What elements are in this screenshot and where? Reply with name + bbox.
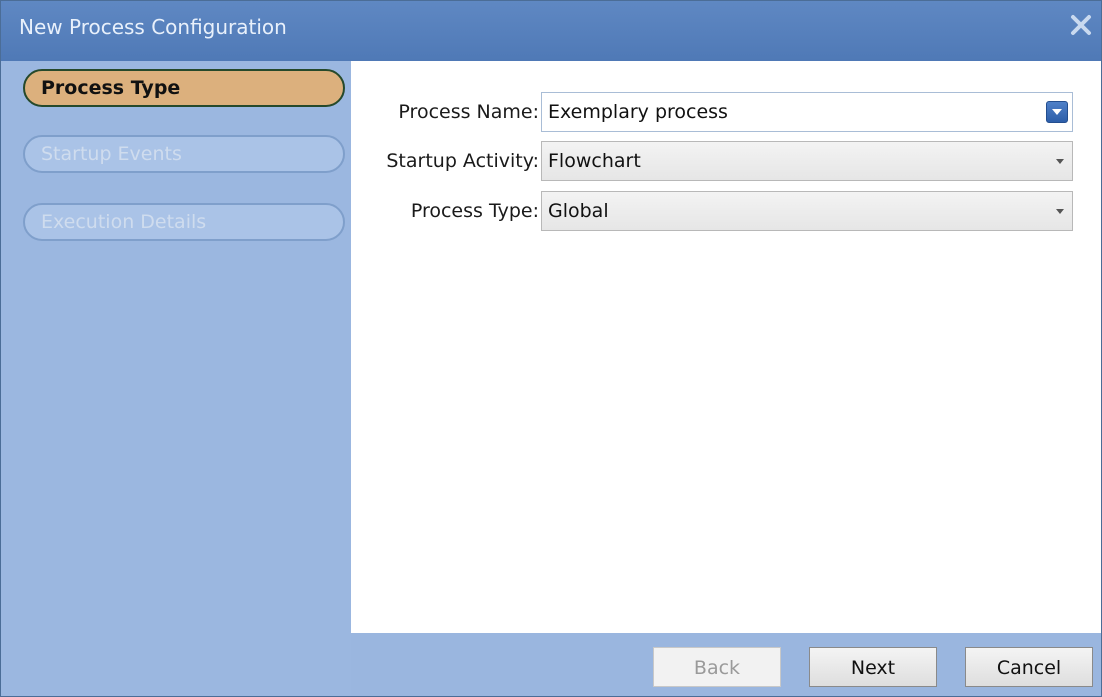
- dialog-window: New Process Configuration Process Type S…: [0, 0, 1102, 697]
- chevron-down-icon: [1056, 209, 1064, 214]
- process-type-value: Global: [548, 200, 609, 222]
- startup-activity-row: Startup Activity: Flowchart: [351, 141, 1101, 181]
- wizard-steps-sidebar: Process Type Startup Events Execution De…: [1, 61, 351, 696]
- startup-activity-value: Flowchart: [548, 150, 641, 172]
- process-name-value: Exemplary process: [548, 101, 728, 123]
- title-bar: New Process Configuration: [1, 1, 1101, 61]
- process-type-select[interactable]: Global: [541, 191, 1073, 231]
- step-label: Execution Details: [41, 211, 207, 233]
- chevron-down-icon: [1056, 159, 1064, 164]
- step-startup-events[interactable]: Startup Events: [23, 135, 345, 173]
- startup-activity-select[interactable]: Flowchart: [541, 141, 1073, 181]
- step-label: Process Type: [41, 77, 181, 99]
- step-label: Startup Events: [41, 143, 182, 165]
- window-title: New Process Configuration: [19, 15, 287, 39]
- cancel-button[interactable]: Cancel: [965, 647, 1093, 687]
- startup-activity-label: Startup Activity:: [386, 150, 539, 172]
- step-process-type[interactable]: Process Type: [23, 69, 345, 107]
- process-type-label: Process Type:: [410, 200, 539, 222]
- chevron-down-icon[interactable]: [1046, 101, 1068, 123]
- back-button[interactable]: Back: [653, 647, 781, 687]
- process-name-combobox[interactable]: Exemplary process: [541, 92, 1073, 132]
- next-button[interactable]: Next: [809, 647, 937, 687]
- close-icon[interactable]: [1067, 11, 1095, 39]
- process-name-label: Process Name:: [398, 101, 539, 123]
- step-execution-details[interactable]: Execution Details: [23, 203, 345, 241]
- process-name-row: Process Name: Exemplary process: [351, 92, 1101, 132]
- form-panel: Process Name: Exemplary process Startup …: [351, 61, 1101, 633]
- process-type-row: Process Type: Global: [351, 191, 1101, 231]
